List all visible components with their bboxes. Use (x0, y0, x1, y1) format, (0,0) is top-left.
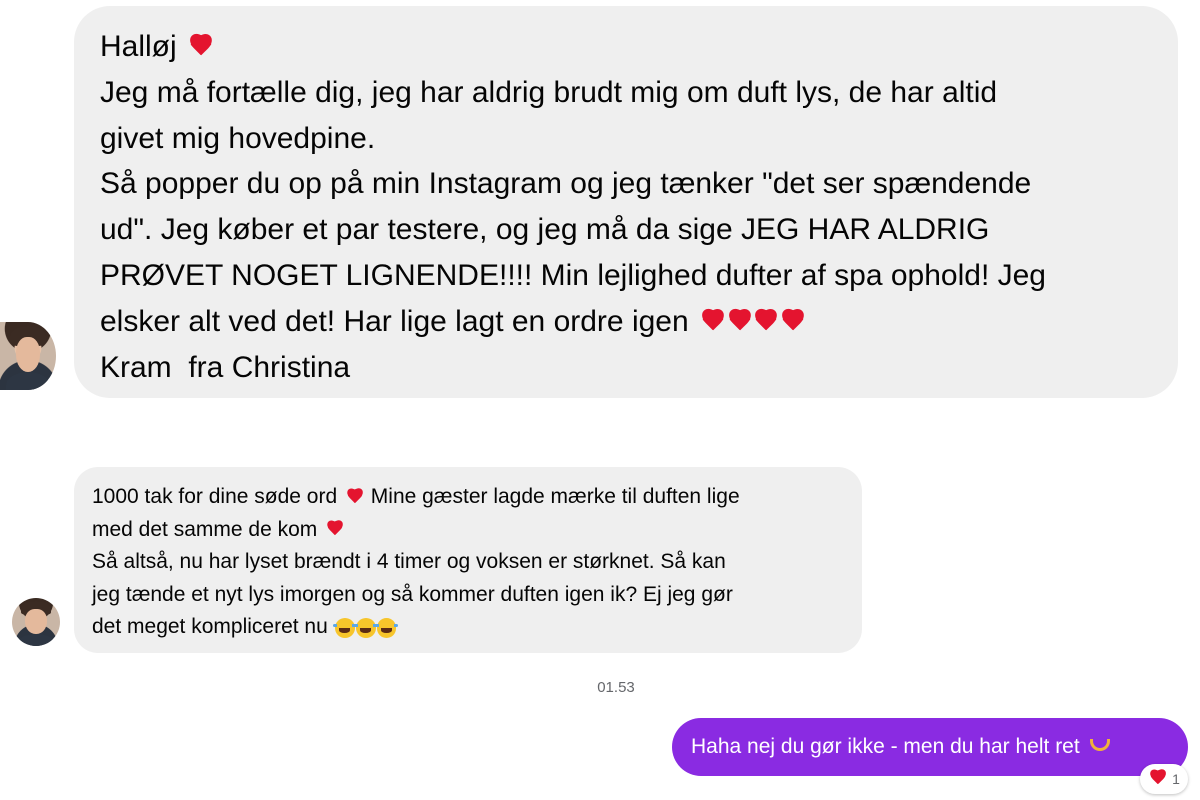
avatar-face (25, 608, 47, 634)
contact-avatar[interactable] (0, 322, 56, 390)
message-line: givet mig hovedpine. (100, 121, 376, 155)
message-line: PRØVET NOGET LIGNENDE!!!! Min lejlighed … (100, 258, 1046, 292)
red-heart-icon (187, 35, 216, 61)
reaction-badge[interactable]: 1 (1140, 764, 1188, 794)
tears-of-joy-icon (375, 617, 398, 638)
message-line: Halløj (100, 24, 1152, 70)
message-line: med det samme de kom (92, 514, 844, 547)
message-line: ud". Jeg køber et par testere, og jeg må… (100, 213, 990, 247)
red-heart-icon (752, 310, 781, 336)
incoming-message-bubble[interactable]: 1000 tak for dine søde ord Mine gæster l… (74, 467, 862, 653)
message-line: jeg tænde et nyt lys imorgen og så komme… (92, 582, 733, 606)
red-heart-icon (726, 310, 755, 336)
message-line: 1000 tak for dine søde ord Mine gæster l… (92, 485, 740, 508)
red-heart-icon (325, 521, 345, 539)
contact-avatar[interactable] (12, 598, 60, 646)
message-line: elsker alt ved det! Har lige lagt en ord… (100, 299, 1152, 345)
red-heart-icon (1148, 770, 1168, 788)
tears-of-joy-icon (354, 617, 377, 638)
incoming-message-bubble[interactable]: Halløj Jeg må fortælle dig, jeg har aldr… (74, 6, 1178, 398)
outgoing-message-text: Haha nej du gør ikke - men du har helt r… (691, 735, 1080, 758)
avatar-shirt (16, 633, 56, 646)
message-line: Jeg må fortælle dig, jeg har aldrig brud… (100, 75, 998, 109)
message-line: Kram fra Christina (100, 350, 351, 384)
message-line: det meget kompliceret nu (92, 611, 844, 644)
avatar-face (15, 336, 41, 373)
tears-of-joy-icon (333, 617, 356, 638)
message-line: Så altså, nu har lyset brændt i 4 timer … (92, 550, 726, 574)
message-line: Så popper du op på min Instagram og jeg … (100, 167, 1032, 201)
red-heart-icon (699, 310, 728, 336)
reaction-count: 1 (1172, 771, 1180, 787)
red-heart-icon (345, 489, 365, 507)
avatar-shirt (5, 372, 51, 390)
heart-hands-icon (1089, 739, 1110, 752)
red-heart-icon (779, 310, 808, 336)
message-timestamp: 01.53 (597, 679, 635, 696)
outgoing-message-bubble[interactable]: Haha nej du gør ikke - men du har helt r… (672, 718, 1188, 776)
